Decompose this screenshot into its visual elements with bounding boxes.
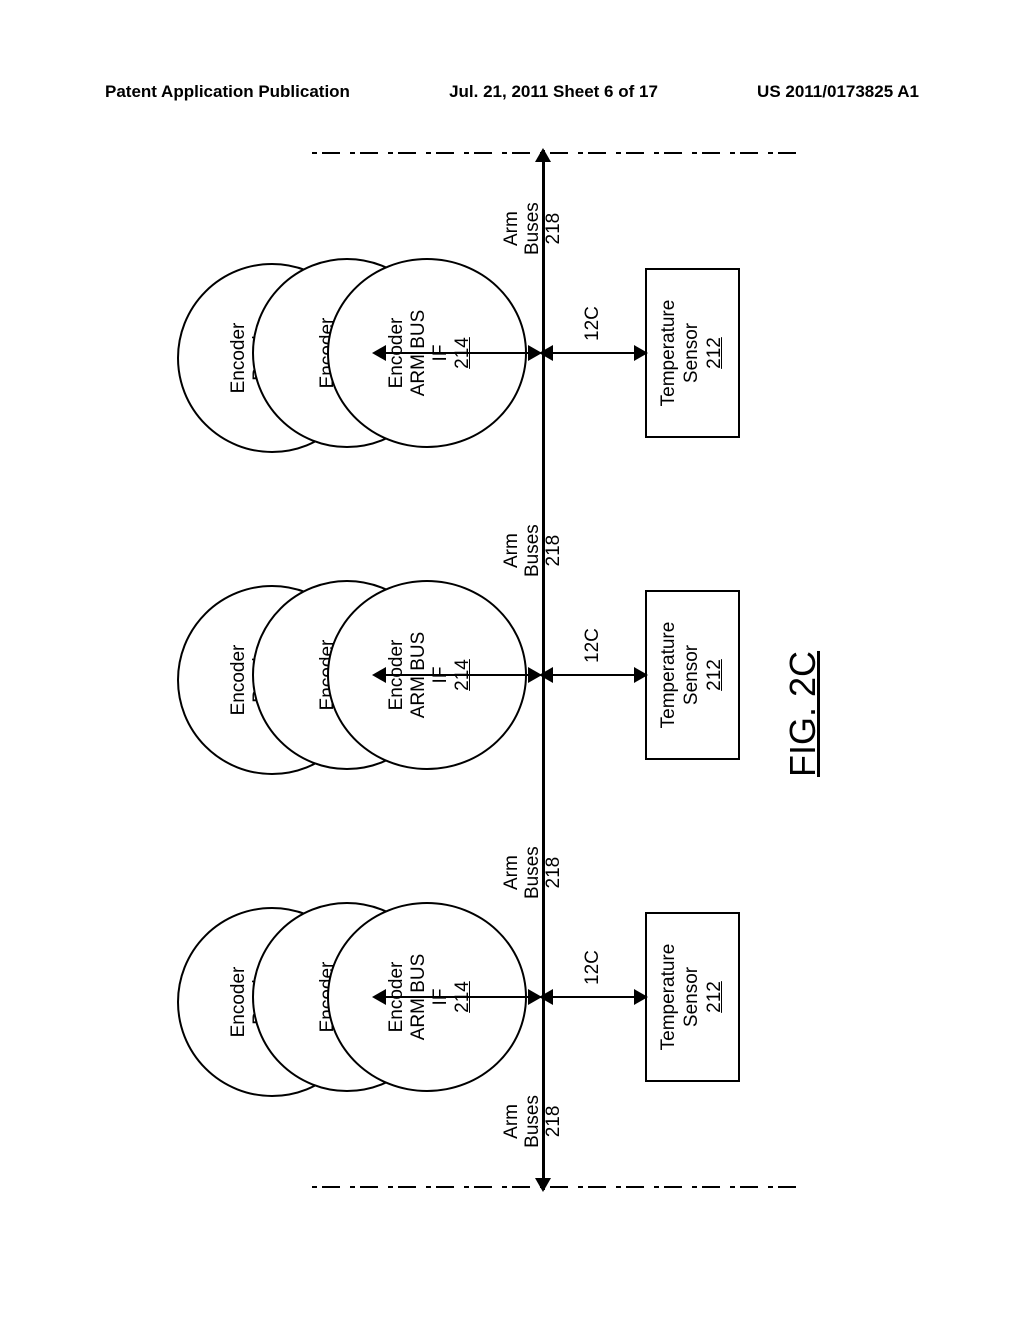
label: Arm <box>501 1104 522 1139</box>
sensor-connector-arrow <box>541 674 646 676</box>
bus-label-leader <box>0 250 102 388</box>
i2c-label: 12C <box>582 950 604 985</box>
ref-number: 218 <box>543 535 564 567</box>
label: Buses <box>522 846 543 899</box>
temperature-sensor-box: Temperature Sensor 212 <box>645 268 740 438</box>
label: Encoder <box>228 645 250 716</box>
bus-tap-arrow <box>375 674 539 676</box>
i2c-label: 12C <box>582 628 604 663</box>
label: Arm <box>501 211 522 246</box>
bus-tap-arrow <box>375 996 539 998</box>
arm-buses-label: Arm Buses 218 <box>502 846 565 899</box>
label: Sensor <box>681 967 704 1027</box>
ref-number: 218 <box>543 213 564 245</box>
temperature-sensor-box: Temperature Sensor 212 <box>645 912 740 1082</box>
label: Encoder <box>228 967 250 1038</box>
header-left: Patent Application Publication <box>105 82 350 102</box>
label: Temperature <box>658 300 681 407</box>
label: Sensor <box>681 645 704 705</box>
ref-number: 218 <box>543 857 564 889</box>
header-right: US 2011/0173825 A1 <box>757 82 919 102</box>
label: Temperature <box>658 944 681 1051</box>
sensor-connector-arrow <box>541 352 646 354</box>
boundary-dash-left <box>312 1186 802 1188</box>
page-header: Patent Application Publication Jul. 21, … <box>105 82 919 102</box>
i2c-label: 12C <box>582 306 604 341</box>
diagram-rotated: Encoder Read Head IF 234 Encoder DSP 216… <box>102 110 922 1230</box>
label: Buses <box>522 1095 543 1148</box>
figure-caption: FIG. 2C <box>782 651 824 777</box>
temperature-sensor-box: Temperature Sensor 212 <box>645 590 740 760</box>
arm-buses-label: Arm Buses 218 <box>502 202 565 255</box>
sensor-connector-arrow <box>541 996 646 998</box>
ref-number: 212 <box>704 337 727 369</box>
bus-label-leader <box>0 894 102 1032</box>
boundary-dash-right <box>312 152 802 154</box>
header-center: Jul. 21, 2011 Sheet 6 of 17 <box>449 82 658 102</box>
ref-number: 212 <box>704 659 727 691</box>
diagram-container: Encoder Read Head IF 234 Encoder DSP 216… <box>0 170 1024 1170</box>
label: Buses <box>522 202 543 255</box>
label: Arm <box>501 855 522 890</box>
arm-buses-label: Arm Buses 218 <box>502 1095 565 1148</box>
bus-label-leader <box>0 572 102 710</box>
label: Encoder <box>228 323 250 394</box>
label: Arm <box>501 533 522 568</box>
label: Sensor <box>681 323 704 383</box>
arm-buses-label: Arm Buses 218 <box>502 524 565 577</box>
label: Buses <box>522 524 543 577</box>
bus-label-leader <box>0 964 102 1100</box>
label: Temperature <box>658 622 681 729</box>
ref-number: 218 <box>543 1106 564 1138</box>
ref-number: 212 <box>704 981 727 1013</box>
bus-tap-arrow <box>375 352 539 354</box>
